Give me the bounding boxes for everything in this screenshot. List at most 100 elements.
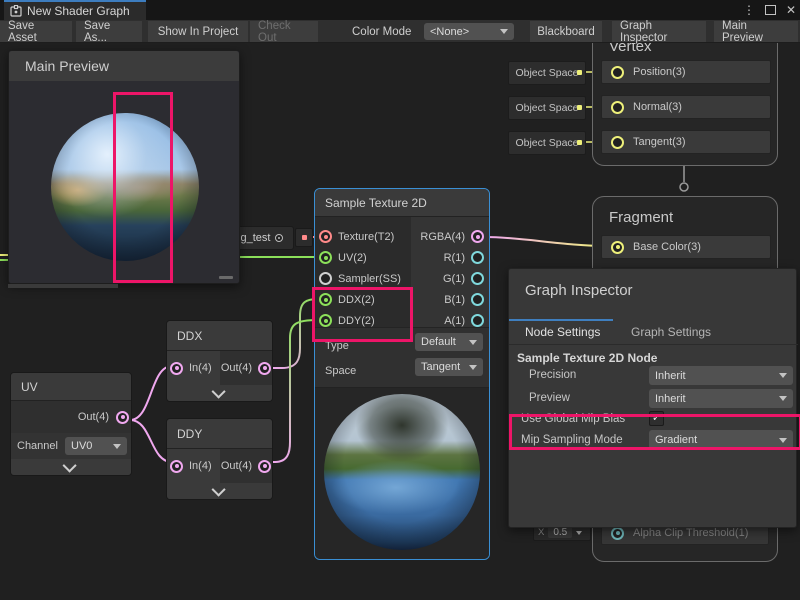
uv-in-port[interactable]: [319, 251, 332, 264]
toolbar: Save Asset Save As... Show In Project Ch…: [0, 20, 800, 43]
graph-inspector-toggle-button[interactable]: Graph Inspector: [612, 21, 706, 42]
sample-type-dropdown[interactable]: Default: [415, 333, 483, 351]
preview-resize-grip[interactable]: [219, 276, 233, 279]
gtest-exposed-icon: [275, 234, 283, 242]
save-asset-button[interactable]: Save Asset: [0, 21, 72, 42]
uv-node[interactable]: UV Out(4) Channel UV0: [10, 372, 132, 476]
check-out-button[interactable]: Check Out: [250, 21, 318, 42]
main-preview-panel[interactable]: Main Preview: [8, 50, 240, 284]
ddx-in2-port[interactable]: [319, 293, 332, 306]
sample-node-title: Sample Texture 2D: [315, 189, 489, 217]
tab-node-settings[interactable]: Node Settings: [525, 325, 600, 339]
ddy-in2-port[interactable]: [319, 314, 332, 327]
sample-space-label: Space: [325, 361, 356, 379]
wire-ddx-sample: [269, 299, 318, 368]
alpha-clip-port[interactable]: [611, 527, 624, 540]
uv-channel-row: Channel UV0: [11, 433, 132, 459]
alpha-value-field[interactable]: 0.5: [548, 527, 572, 538]
object-space-port-3[interactable]: [577, 140, 582, 145]
sampler-in-port[interactable]: [319, 272, 332, 285]
sample-input-uv[interactable]: UV(2): [319, 251, 367, 264]
sample-output-a[interactable]: A(1): [444, 314, 484, 327]
a-out-port[interactable]: [471, 314, 484, 327]
main-preview-header[interactable]: Main Preview: [9, 51, 239, 81]
object-space-port-2[interactable]: [577, 105, 582, 110]
mip-bias-checkbox[interactable]: ✓: [649, 411, 664, 426]
gtest-output-port[interactable]: [302, 235, 307, 240]
ddx-out-port[interactable]: [258, 362, 271, 375]
tangent-port[interactable]: [611, 136, 624, 149]
main-preview-toggle-button[interactable]: Main Preview: [714, 21, 798, 42]
graph-inspector-panel[interactable]: Graph Inspector Node Settings Graph Sett…: [508, 268, 797, 528]
texture-in-port[interactable]: [319, 230, 332, 243]
normal-port[interactable]: [611, 101, 624, 114]
g-out-port[interactable]: [471, 272, 484, 285]
rgba-out-port[interactable]: [471, 230, 484, 243]
object-space-port-1[interactable]: [577, 70, 582, 75]
position-port[interactable]: [611, 66, 624, 79]
mip-bias-row: Use Global Mip Bias: [521, 413, 625, 425]
show-in-project-button[interactable]: Show In Project: [148, 21, 248, 42]
kebab-menu-icon[interactable]: ⋮: [743, 4, 755, 16]
object-space-node-1[interactable]: Object Space: [508, 61, 586, 85]
ddy-ports-row: In(4) Out(4): [167, 449, 273, 483]
preview-dropdown[interactable]: Inherit: [649, 389, 793, 408]
sample-input-ddx[interactable]: DDX(2): [319, 293, 375, 306]
preview-scroll-strip[interactable]: [8, 284, 118, 288]
sample-output-r[interactable]: R(1): [444, 251, 484, 264]
ddx-ports-row: In(4) Out(4): [167, 351, 273, 385]
ddy-in-port[interactable]: [170, 460, 183, 473]
sample-texture-2d-node[interactable]: Sample Texture 2D Texture(T2) UV(2) Samp…: [314, 188, 490, 560]
sample-preview-sphere: [324, 394, 480, 550]
uv-node-title: UV: [11, 373, 131, 401]
object-space-node-2[interactable]: Object Space: [508, 96, 586, 120]
window-controls: ⋮ ✕: [743, 0, 796, 20]
uv-collapse-chevron-icon: [63, 459, 77, 473]
save-as-button[interactable]: Save As...: [76, 21, 142, 42]
title-bar: New Shader Graph ⋮ ✕: [0, 0, 800, 20]
vertex-port-position[interactable]: Position(3): [601, 60, 771, 84]
sample-input-sampler[interactable]: Sampler(SS): [319, 272, 401, 285]
preview-row: Preview: [529, 392, 570, 404]
shader-graph-tab[interactable]: New Shader Graph: [4, 0, 146, 20]
ddy-node-title: DDY: [167, 419, 272, 449]
wire-rgba-basecolor: [486, 237, 606, 246]
sample-output-rgba[interactable]: RGBA(4): [420, 230, 484, 243]
base-color-port[interactable]: [611, 241, 624, 254]
ddy-out-port[interactable]: [258, 460, 271, 473]
precision-dropdown[interactable]: Inherit: [649, 366, 793, 385]
color-mode-dropdown[interactable]: <None>: [424, 23, 514, 40]
vertex-block[interactable]: Vertex Position(3) Normal(3) Tangent(3): [592, 26, 778, 166]
uv-collapse-strip[interactable]: [11, 459, 131, 475]
ddx-collapse-chevron-icon: [211, 385, 225, 399]
ddx-collapse-strip[interactable]: [167, 385, 272, 401]
b-out-port[interactable]: [471, 293, 484, 306]
ddx-in-port[interactable]: [170, 362, 183, 375]
vertex-port-tangent[interactable]: Tangent(3): [601, 130, 771, 154]
sample-output-b[interactable]: B(1): [444, 293, 484, 306]
vertex-port-normal[interactable]: Normal(3): [601, 95, 771, 119]
sample-input-ddy[interactable]: DDY(2): [319, 314, 375, 327]
ddy-node[interactable]: DDY In(4) Out(4): [166, 418, 273, 500]
sample-input-texture[interactable]: Texture(T2): [319, 230, 394, 243]
sample-node-preview: [315, 387, 489, 559]
uv-channel-dropdown[interactable]: UV0: [65, 437, 127, 455]
mip-mode-dropdown[interactable]: Gradient: [649, 430, 793, 450]
inspector-title: Graph Inspector: [525, 282, 633, 299]
sample-output-g[interactable]: G(1): [443, 272, 484, 285]
maximize-icon[interactable]: [765, 5, 776, 15]
fragment-port-basecolor[interactable]: Base Color(3): [601, 235, 771, 259]
object-space-node-3[interactable]: Object Space: [508, 131, 586, 155]
sample-space-dropdown[interactable]: Tangent: [415, 358, 483, 376]
ddx-node[interactable]: DDX In(4) Out(4): [166, 320, 273, 402]
close-icon[interactable]: ✕: [786, 4, 796, 16]
sample-type-label: Type: [325, 336, 349, 354]
gtest-output-port-box[interactable]: [295, 228, 313, 247]
blackboard-toggle-button[interactable]: Blackboard: [530, 21, 602, 42]
main-preview-sphere[interactable]: [51, 113, 199, 261]
gtest-label: g_test: [241, 232, 271, 244]
r-out-port[interactable]: [471, 251, 484, 264]
tab-graph-settings[interactable]: Graph Settings: [631, 325, 711, 339]
uv-out-port[interactable]: [116, 411, 129, 424]
ddy-collapse-strip[interactable]: [167, 483, 272, 499]
